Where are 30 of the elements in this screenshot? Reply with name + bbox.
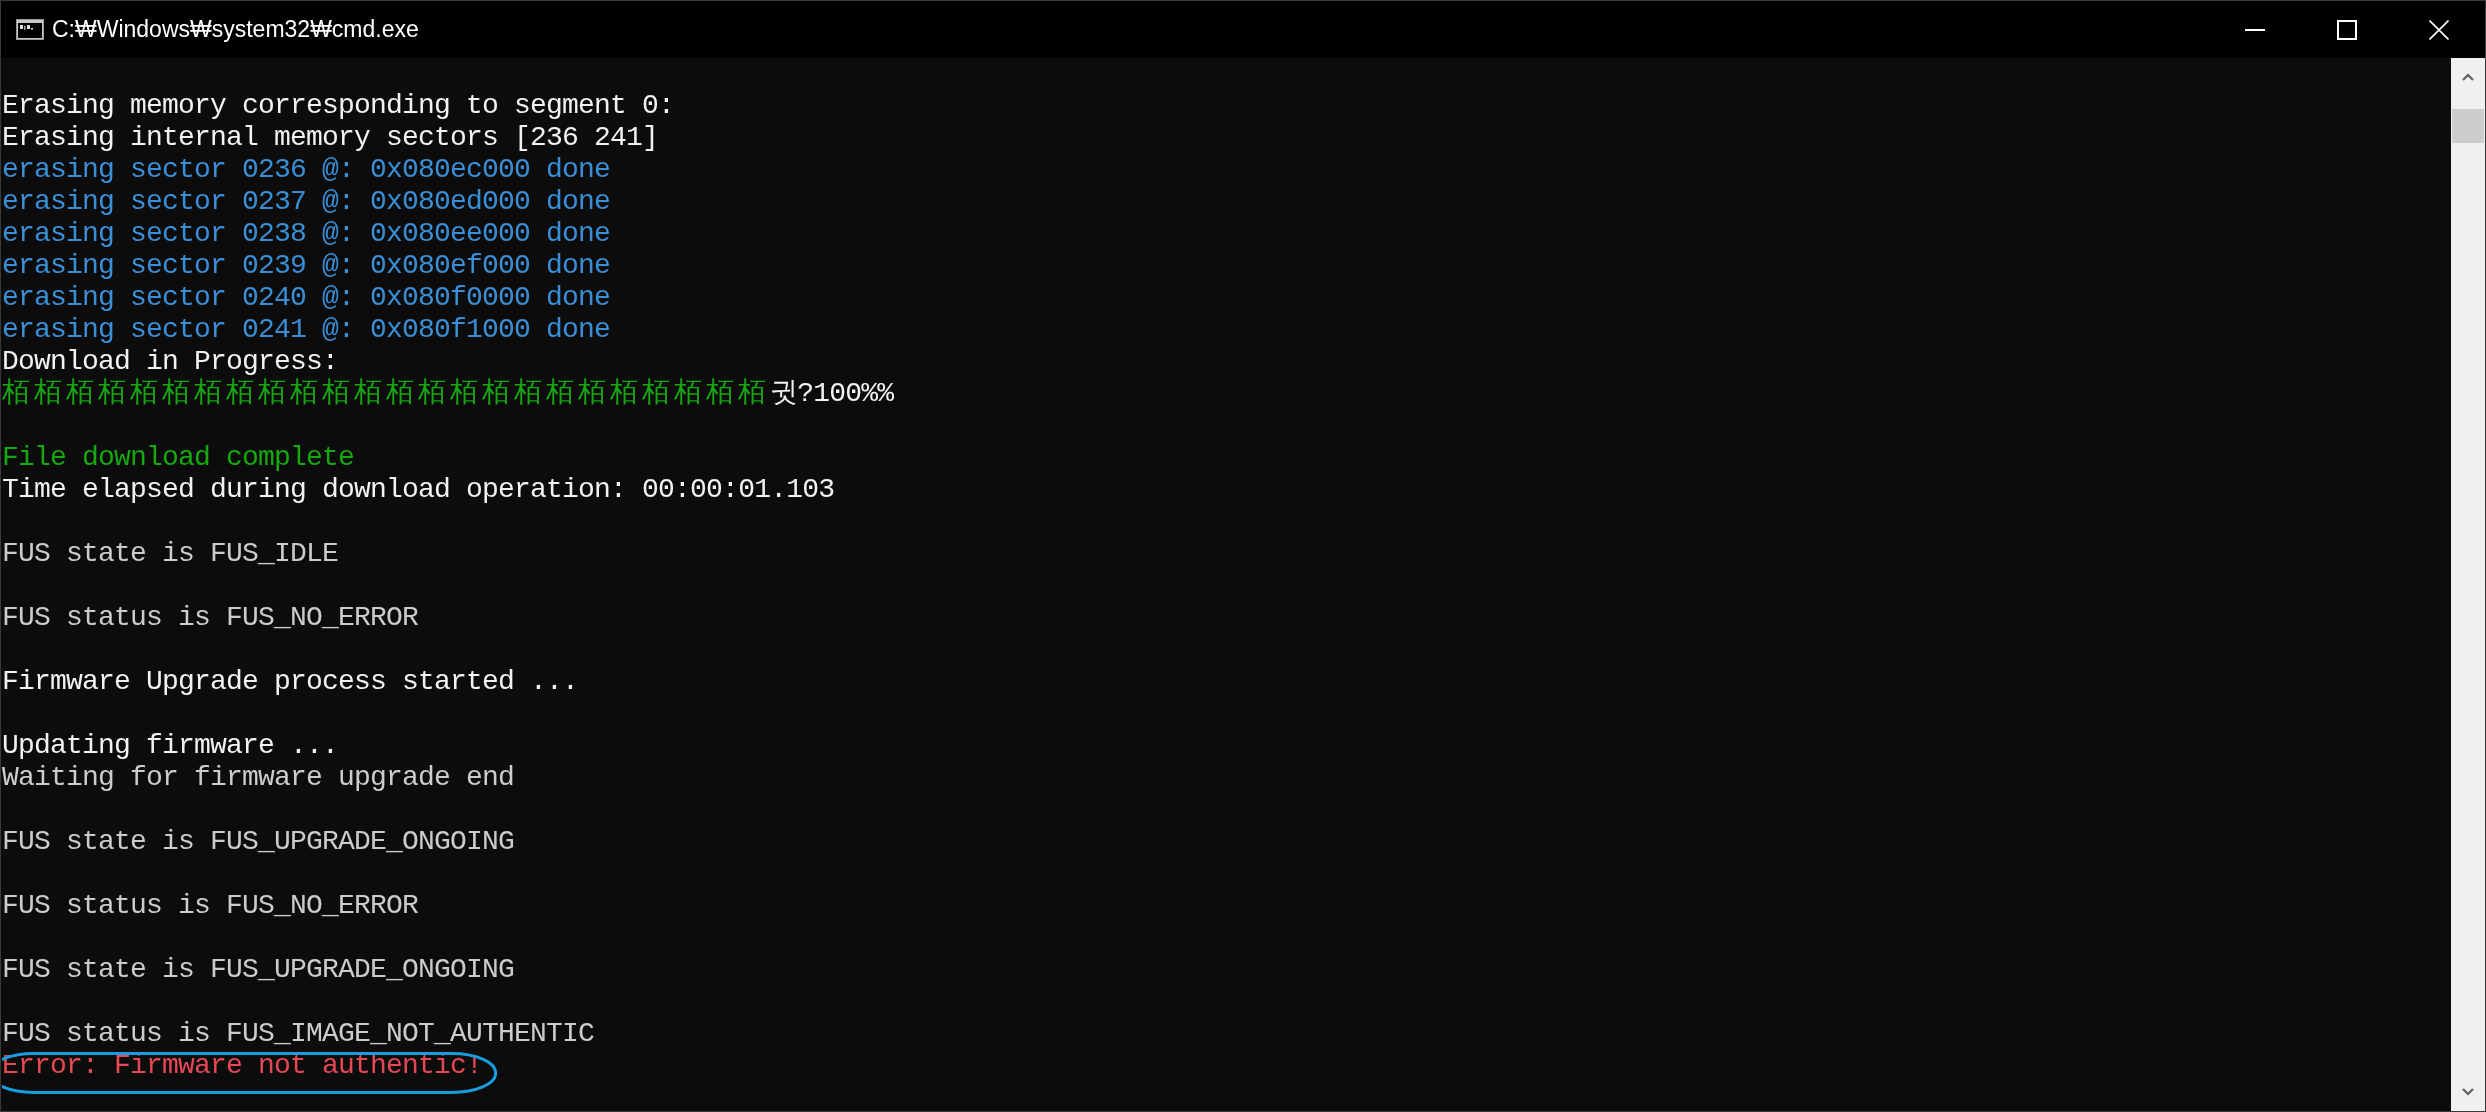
minimize-icon [2245, 28, 2265, 31]
maximize-icon [2337, 19, 2357, 40]
console-line: erasing sector 0236 @: 0x080ec000 done [2, 154, 611, 186]
console-line: Download in Progress: [2, 346, 339, 378]
console-line: FUS state is FUS_IDLE [2, 538, 339, 570]
window-title: C:₩Windows₩system32₩cmd.exe [52, 16, 419, 43]
chevron-up-icon [2462, 73, 2474, 81]
console-line: Updating firmware ... [2, 730, 339, 762]
console-line: Erasing internal memory sectors [236 241] [2, 122, 659, 154]
console-line: FUS status is FUS_NO_ERROR [2, 602, 419, 634]
console-line: erasing sector 0239 @: 0x080ef000 done [2, 250, 611, 282]
chevron-down-icon [2462, 1088, 2474, 1096]
progress-characters: 栢栢栢栢栢栢栢栢栢栢栢栢栢栢栢栢栢栢栢栢栢栢栢栢 [2, 378, 770, 410]
console-line: erasing sector 0240 @: 0x080f0000 done [2, 282, 611, 314]
console-line: FUS state is FUS_UPGRADE_ONGOING [2, 826, 515, 858]
console-line: Time elapsed during download operation: 00:00:01.103 [2, 474, 835, 506]
console-line: Waiting for firmware upgrade end [2, 762, 515, 794]
console-line: erasing sector 0238 @: 0x080ee000 done [2, 218, 611, 250]
console-line: FUS state is FUS_UPGRADE_ONGOING [2, 954, 515, 986]
console-line: Firmware Upgrade process started ... [2, 666, 579, 698]
console-line: erasing sector 0237 @: 0x080ed000 done [2, 186, 611, 218]
terminal-icon [16, 19, 44, 40]
console-line: File download complete [2, 442, 355, 474]
progress-percent: 귓?100%% [770, 378, 894, 410]
console-line: erasing sector 0241 @: 0x080f1000 done [2, 314, 611, 346]
scroll-thumb[interactable] [2452, 109, 2484, 143]
console-line: FUS status is FUS_NO_ERROR [2, 890, 419, 922]
console-line: FUS status is FUS_IMAGE_NOT_AUTHENTIC [2, 1018, 595, 1050]
close-icon [2429, 19, 2449, 40]
console-line: Erasing memory corresponding to segment 0: [2, 90, 675, 122]
